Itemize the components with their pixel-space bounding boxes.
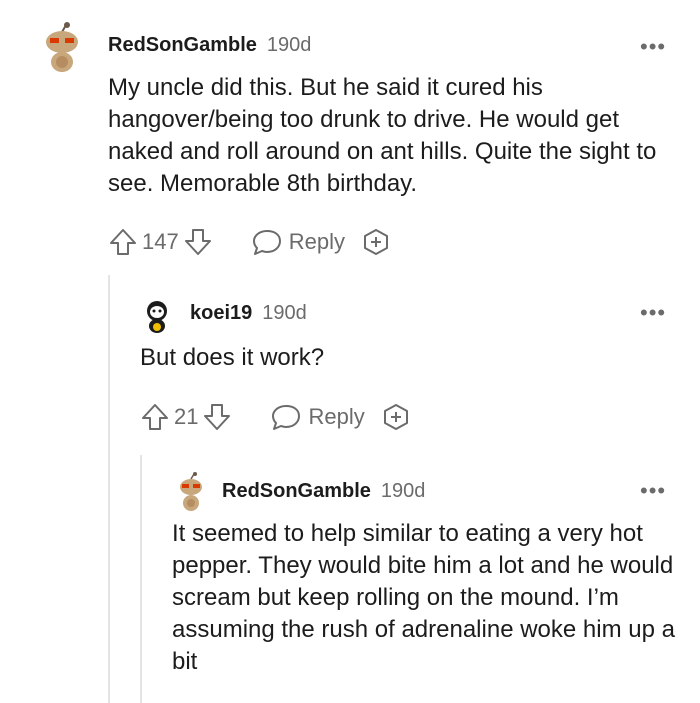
avatar[interactable] [140,298,174,334]
vote-count: 21 [174,404,199,429]
reply-label: Reply [308,404,365,429]
snoo-avatar-icon [46,22,78,72]
reply-label: Reply [288,229,345,254]
comment-meta: koei19 190d [190,302,307,325]
downvote-icon[interactable] [183,227,213,257]
comment-actions: 147 Reply [108,227,391,257]
snoo-avatar-icon [180,472,202,511]
reply-button[interactable]: Reply [251,227,345,257]
vote-count: 147 [142,229,179,254]
thread-line-level-1[interactable] [108,275,110,703]
award-button[interactable] [381,402,411,432]
username[interactable]: RedSonGamble [108,34,257,57]
comment-actions: 21 Reply [140,402,411,432]
comment-body: My uncle did this. But he said it cured … [108,74,657,197]
award-button[interactable] [361,227,391,257]
comment-bubble-icon [272,405,301,430]
comment-meta: RedSonGamble 190d [108,34,311,57]
downvote-icon[interactable] [202,402,232,432]
reply-button[interactable]: Reply [270,402,365,432]
snoo-avatar-icon [147,301,167,333]
comment-age: 190d [262,302,307,324]
comment-body: But does it work? [140,344,325,371]
avatar[interactable] [174,472,208,512]
thread-line-level-2[interactable] [140,455,142,703]
username[interactable]: koei19 [190,302,252,325]
avatar[interactable] [38,22,86,74]
comment-age: 190d [266,34,312,56]
award-plus-icon [363,229,388,255]
more-options-button[interactable]: ••• [640,480,666,502]
comment-body: It seemed to help similar to eating a ve… [172,520,675,675]
upvote-icon[interactable] [140,402,170,432]
comment-age: 190d [380,480,426,502]
username[interactable]: RedSonGamble [222,480,371,503]
comment-bubble-icon [252,230,281,255]
comment-meta: RedSonGamble 190d [222,480,425,503]
upvote-icon[interactable] [108,227,138,257]
award-plus-icon [383,404,408,430]
more-options-button[interactable]: ••• [640,36,666,58]
more-options-button[interactable]: ••• [640,302,666,324]
